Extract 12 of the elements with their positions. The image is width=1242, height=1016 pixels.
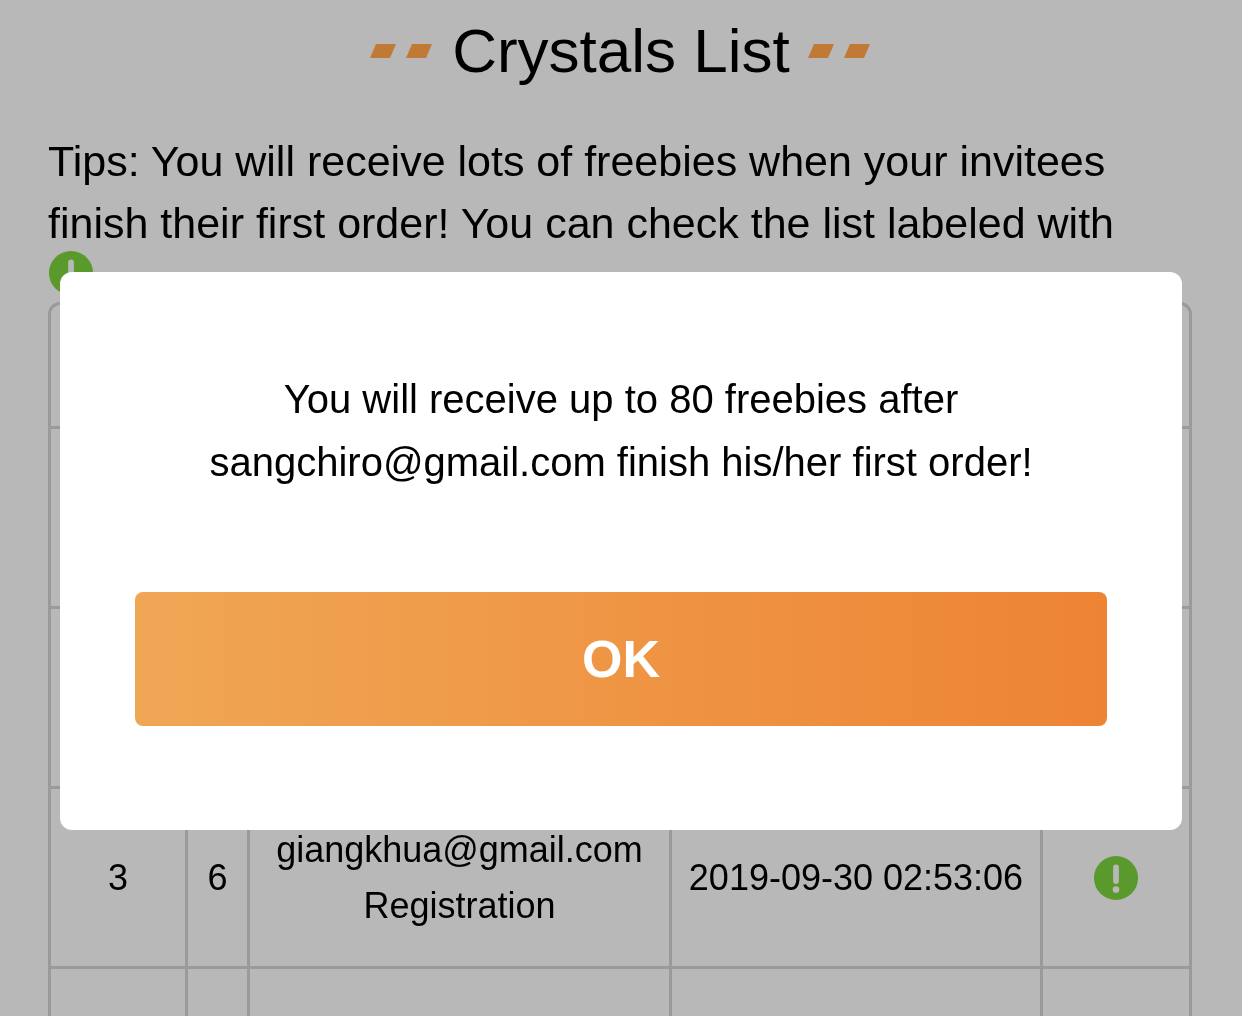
crystals-cell: 6 (207, 856, 228, 899)
page-title: Crystals List (452, 14, 790, 86)
alert-icon[interactable] (1093, 854, 1139, 901)
stripes-icon (807, 44, 872, 60)
tips-text: Tips: You will receive lots of freebies when your invitees finish their first order! You can check the list labeled with (48, 136, 1115, 249)
email-text: giangkhua@gmail.com (276, 827, 643, 872)
type-text: Registration (363, 883, 556, 928)
rank-cell: 3 (108, 856, 128, 899)
dialog-message: You will receive up to 80 freebies after sangchiro@gmail.com finish his/her first order! (208, 376, 1034, 486)
stripes-icon (370, 44, 435, 60)
time-cell: 2019-09-30 02:53:06 (688, 856, 1024, 899)
ok-button[interactable]: OK (135, 592, 1107, 726)
